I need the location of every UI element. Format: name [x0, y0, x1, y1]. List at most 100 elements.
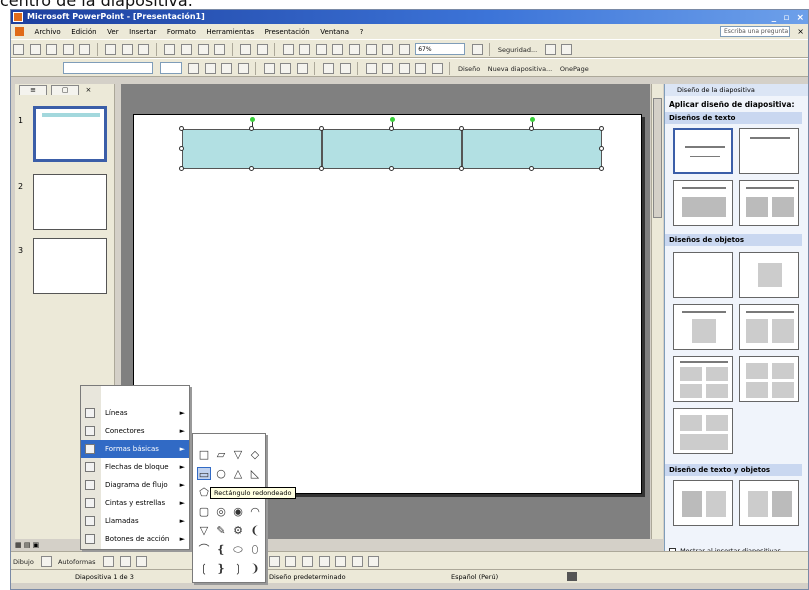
rotation-handle[interactable] [390, 117, 395, 122]
rectangle-shape-3[interactable] [462, 129, 602, 169]
shadow-style-icon[interactable] [351, 556, 363, 567]
basic-shape-12[interactable]: ▢ [197, 505, 211, 518]
basic-shape-6[interactable]: △ [231, 467, 245, 480]
resize-handle[interactable] [389, 166, 394, 171]
macro-icon[interactable] [561, 44, 573, 55]
controls-icon[interactable] [544, 44, 556, 55]
menu-item-conectores[interactable]: Conectores ► [81, 422, 189, 440]
numbering-icon[interactable] [323, 63, 335, 74]
expand-all-icon[interactable] [349, 44, 361, 55]
cut-icon[interactable] [164, 44, 176, 55]
resize-handle[interactable] [459, 166, 464, 171]
basic-shape-15[interactable]: ◠ [248, 505, 262, 518]
rotation-handle[interactable] [530, 117, 535, 122]
resize-handle[interactable] [599, 146, 604, 151]
menu-item-botones-de-accion[interactable]: Botones de acción ► [81, 530, 189, 548]
basic-shape-22[interactable]: ⬭ [231, 543, 245, 556]
undo-icon[interactable] [240, 44, 252, 55]
align-left-icon[interactable] [263, 63, 275, 74]
tables-borders-icon[interactable] [315, 44, 327, 55]
basic-shape-25[interactable]: ❵ [214, 562, 228, 575]
print-icon[interactable] [105, 44, 117, 55]
basic-shape-1[interactable]: ▱ [214, 448, 228, 461]
resize-handle[interactable] [389, 126, 394, 131]
slide-thumbnail-2[interactable] [33, 174, 107, 230]
menu-item-cintas-y-estrellas[interactable]: Cintas y estrellas ► [81, 494, 189, 512]
menu-item-flechas-de-bloque[interactable]: Flechas de bloque ► [81, 458, 189, 476]
menu-insertar[interactable]: Insertar [129, 25, 156, 40]
menu-item-lineas[interactable]: Líneas ► [81, 404, 189, 422]
layout-two-content[interactable] [739, 304, 799, 350]
select-arrow-icon[interactable] [41, 556, 53, 567]
layout-content[interactable] [739, 252, 799, 298]
font-color-draw-icon[interactable] [285, 556, 297, 567]
layout-title-four-content[interactable] [673, 356, 733, 402]
basic-shape-0[interactable]: □ [197, 448, 211, 461]
spelling-icon[interactable] [138, 44, 150, 55]
increase-font-icon[interactable] [365, 63, 377, 74]
menu-help[interactable]: ? [360, 25, 364, 40]
font-color-icon[interactable] [431, 63, 443, 74]
basic-shape-26[interactable]: ❳ [231, 562, 245, 575]
3d-style-icon[interactable] [368, 556, 380, 567]
resize-handle[interactable] [599, 126, 604, 131]
insert-table-icon[interactable] [299, 44, 311, 55]
tab-outline[interactable]: ≡ [19, 85, 47, 95]
line-color-icon[interactable] [268, 556, 280, 567]
menu-edicion[interactable]: Edición [71, 25, 96, 40]
arrow-style-icon[interactable] [335, 556, 347, 567]
new-icon[interactable] [13, 44, 24, 55]
resize-handle[interactable] [529, 166, 534, 171]
decrease-font-icon[interactable] [382, 63, 394, 74]
design-button[interactable]: Diseño [458, 65, 480, 73]
menu-ventana[interactable]: Ventana [320, 25, 349, 40]
basic-shape-20[interactable]: ⌒ [197, 543, 211, 556]
italic-icon[interactable] [204, 63, 216, 74]
resize-handle[interactable] [179, 166, 184, 171]
layout-title-text[interactable] [673, 180, 733, 226]
layout-content-variant[interactable] [673, 408, 733, 454]
shadow-icon[interactable] [237, 63, 249, 74]
email-icon[interactable] [79, 44, 91, 55]
layout-four-content[interactable] [739, 356, 799, 402]
basic-shape-19[interactable]: ❨ [248, 524, 262, 537]
vertical-scrollbar[interactable] [651, 84, 663, 539]
close-pane-icon[interactable]: × [83, 86, 93, 96]
rectangle-shape-1[interactable] [182, 129, 322, 169]
font-select[interactable] [63, 62, 153, 74]
close-document-icon[interactable]: × [797, 24, 804, 39]
menu-item-llamadas[interactable]: Llamadas ► [81, 512, 189, 530]
basic-shape-18[interactable]: ⚙ [231, 524, 245, 537]
hyperlink-icon[interactable] [332, 44, 344, 55]
preview-icon[interactable] [121, 44, 133, 55]
document-icon[interactable] [15, 27, 24, 36]
resize-handle[interactable] [249, 126, 254, 131]
basic-shape-14[interactable]: ◉ [231, 505, 245, 518]
onepage-button[interactable]: OnePage [560, 65, 589, 73]
layout-text-content[interactable] [673, 480, 733, 526]
format-painter-icon[interactable] [214, 44, 226, 55]
menu-herramientas[interactable]: Herramientas [206, 25, 254, 40]
basic-shape-3[interactable]: ◇ [248, 448, 262, 461]
slide-thumbnail-1[interactable] [33, 106, 107, 162]
decrease-indent-icon[interactable] [398, 63, 410, 74]
layout-blank[interactable] [673, 252, 733, 298]
basic-shape-4[interactable]: ▭ [197, 467, 211, 481]
insert-chart-icon[interactable] [282, 44, 294, 55]
help-search-input[interactable]: Escriba una pregunta [720, 26, 790, 37]
arrow-tool-icon[interactable] [119, 556, 131, 567]
rotation-handle[interactable] [250, 117, 255, 122]
menu-item-diagrama-de-flujo[interactable]: Diagrama de flujo ► [81, 476, 189, 494]
color-grayscale-icon[interactable] [398, 44, 410, 55]
copy-icon[interactable] [181, 44, 193, 55]
basic-shape-2[interactable]: ▽ [231, 448, 245, 461]
resize-handle[interactable] [319, 126, 324, 131]
task-pane-header[interactable]: Diseño de la diapositiva [665, 84, 808, 96]
slide-thumbnail-3[interactable] [33, 238, 107, 294]
resize-handle[interactable] [179, 146, 184, 151]
new-slide-button[interactable]: Nueva diapositiva... [488, 65, 552, 73]
help-icon[interactable] [471, 44, 483, 55]
menu-formato[interactable]: Formato [167, 25, 196, 40]
basic-shape-13[interactable]: ◎ [214, 505, 228, 518]
basic-shape-7[interactable]: ◺ [248, 467, 262, 480]
